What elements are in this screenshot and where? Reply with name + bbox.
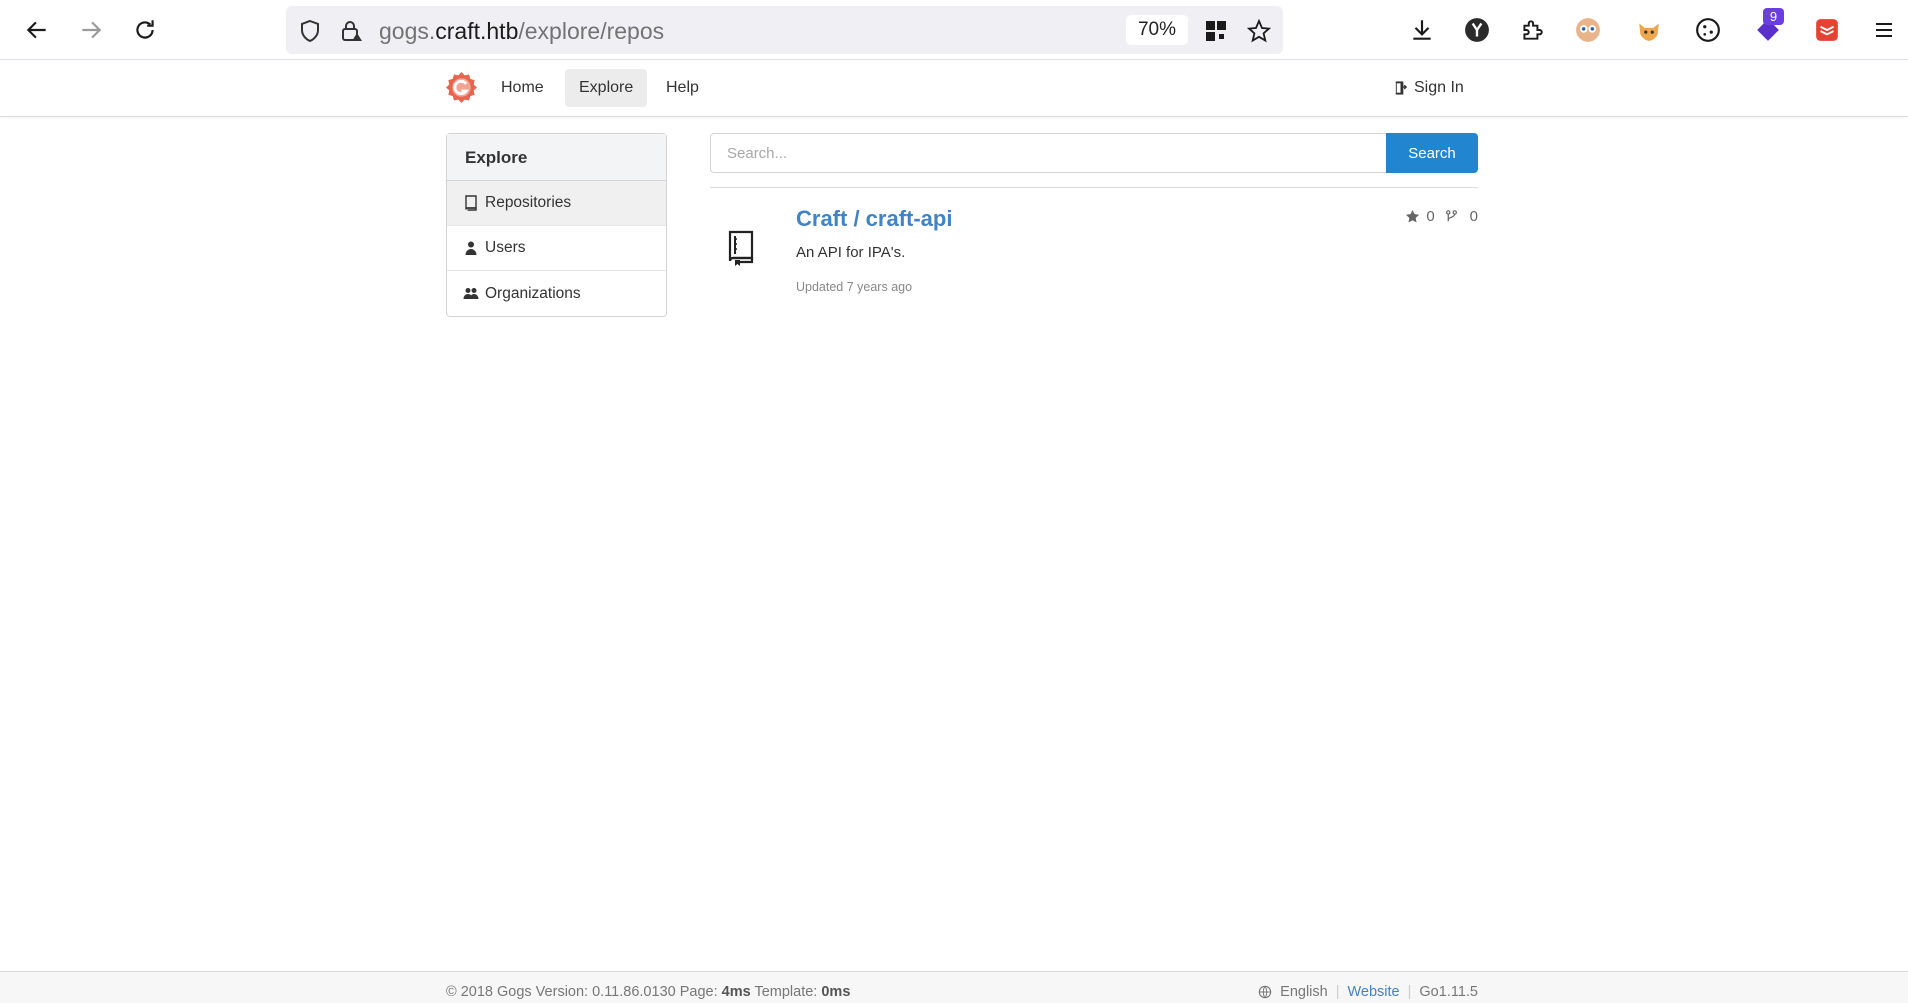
cat-extension-icon[interactable] [1633, 14, 1665, 46]
sidebar-title: Explore [447, 134, 666, 181]
sign-in-icon [1395, 81, 1408, 95]
organization-icon [463, 287, 479, 299]
repo-book-icon [728, 230, 754, 266]
repo-stats: 0 0 [1405, 208, 1478, 225]
browser-toolbar: gogs.craft.htb/explore/repos 70% 9 [0, 0, 1908, 60]
footer-links: English | Website | Go1.11.5 [1258, 984, 1478, 1000]
menu-icon[interactable] [1868, 14, 1900, 46]
bookmark-star-icon[interactable] [1246, 18, 1272, 44]
explore-sidebar: Explore Repositories Users Organizations [446, 133, 667, 317]
y-extension-icon[interactable] [1461, 14, 1493, 46]
qr-code-icon[interactable] [1203, 18, 1229, 44]
list-item: Craft / craft-api 0 0 An API for IPA's. … [710, 200, 1478, 310]
puzzle-extension-icon[interactable] [1516, 14, 1548, 46]
sidebar-item-users[interactable]: Users [447, 226, 666, 271]
reload-button[interactable] [127, 12, 163, 48]
sidebar-item-label: Organizations [485, 284, 581, 302]
repo-name-link[interactable]: Craft / craft-api [796, 206, 952, 232]
footer-separator: | [1407, 984, 1412, 1000]
sign-in-link[interactable]: Sign In [1393, 69, 1464, 107]
cookie-icon[interactable] [1692, 14, 1724, 46]
go-version: Go1.11.5 [1419, 984, 1478, 1000]
reload-icon [136, 20, 154, 39]
star-icon [1406, 209, 1420, 223]
nav-help[interactable]: Help [652, 69, 713, 107]
sidebar-item-organizations[interactable]: Organizations [447, 271, 666, 316]
person-icon [465, 241, 477, 255]
fork-count: 0 [1469, 208, 1478, 225]
search-form: Search [710, 133, 1478, 173]
back-button[interactable] [19, 12, 55, 48]
sidebar-item-label: Repositories [485, 194, 572, 211]
search-input[interactable] [710, 133, 1386, 173]
star-count: 0 [1426, 208, 1435, 225]
footer-version-info: © 2018 Gogs Version: 0.11.86.0130 Page: … [446, 984, 851, 1000]
forward-button[interactable] [73, 12, 109, 48]
extension-badge: 9 [1763, 8, 1784, 25]
downloads-icon[interactable] [1406, 14, 1438, 46]
shield-icon[interactable] [297, 18, 323, 44]
sidebar-item-repositories[interactable]: Repositories [447, 181, 666, 226]
forward-arrow-icon [82, 21, 102, 39]
footer-separator: | [1335, 984, 1340, 1000]
repo-description: An API for IPA's. [796, 244, 906, 261]
site-header: Home Explore Help Sign In [0, 61, 1908, 117]
sign-in-label: Sign In [1414, 79, 1464, 96]
repo-updated-time: Updated 7 years ago [796, 280, 913, 294]
owl-extension-icon[interactable] [1572, 14, 1604, 46]
gogs-logo-icon[interactable] [445, 71, 478, 104]
divider [710, 187, 1478, 188]
globe-icon [1258, 985, 1272, 999]
sidebar-item-label: Users [485, 239, 526, 256]
zoom-indicator[interactable]: 70% [1126, 15, 1188, 45]
nav-home[interactable]: Home [487, 69, 558, 107]
book-icon [465, 195, 477, 211]
back-arrow-icon [26, 21, 46, 39]
nav-explore[interactable]: Explore [565, 69, 648, 107]
todoist-extension-icon[interactable] [1811, 14, 1843, 46]
search-button[interactable]: Search [1386, 133, 1478, 173]
language-selector[interactable]: English [1280, 984, 1328, 1000]
url-text[interactable]: gogs.craft.htb/explore/repos [379, 18, 664, 45]
insecure-lock-icon[interactable] [338, 18, 364, 44]
address-bar[interactable]: gogs.craft.htb/explore/repos 70% [286, 6, 1283, 54]
fork-icon [1445, 210, 1457, 222]
website-link[interactable]: Website [1348, 984, 1400, 1000]
page-footer: © 2018 Gogs Version: 0.11.86.0130 Page: … [0, 971, 1908, 1003]
